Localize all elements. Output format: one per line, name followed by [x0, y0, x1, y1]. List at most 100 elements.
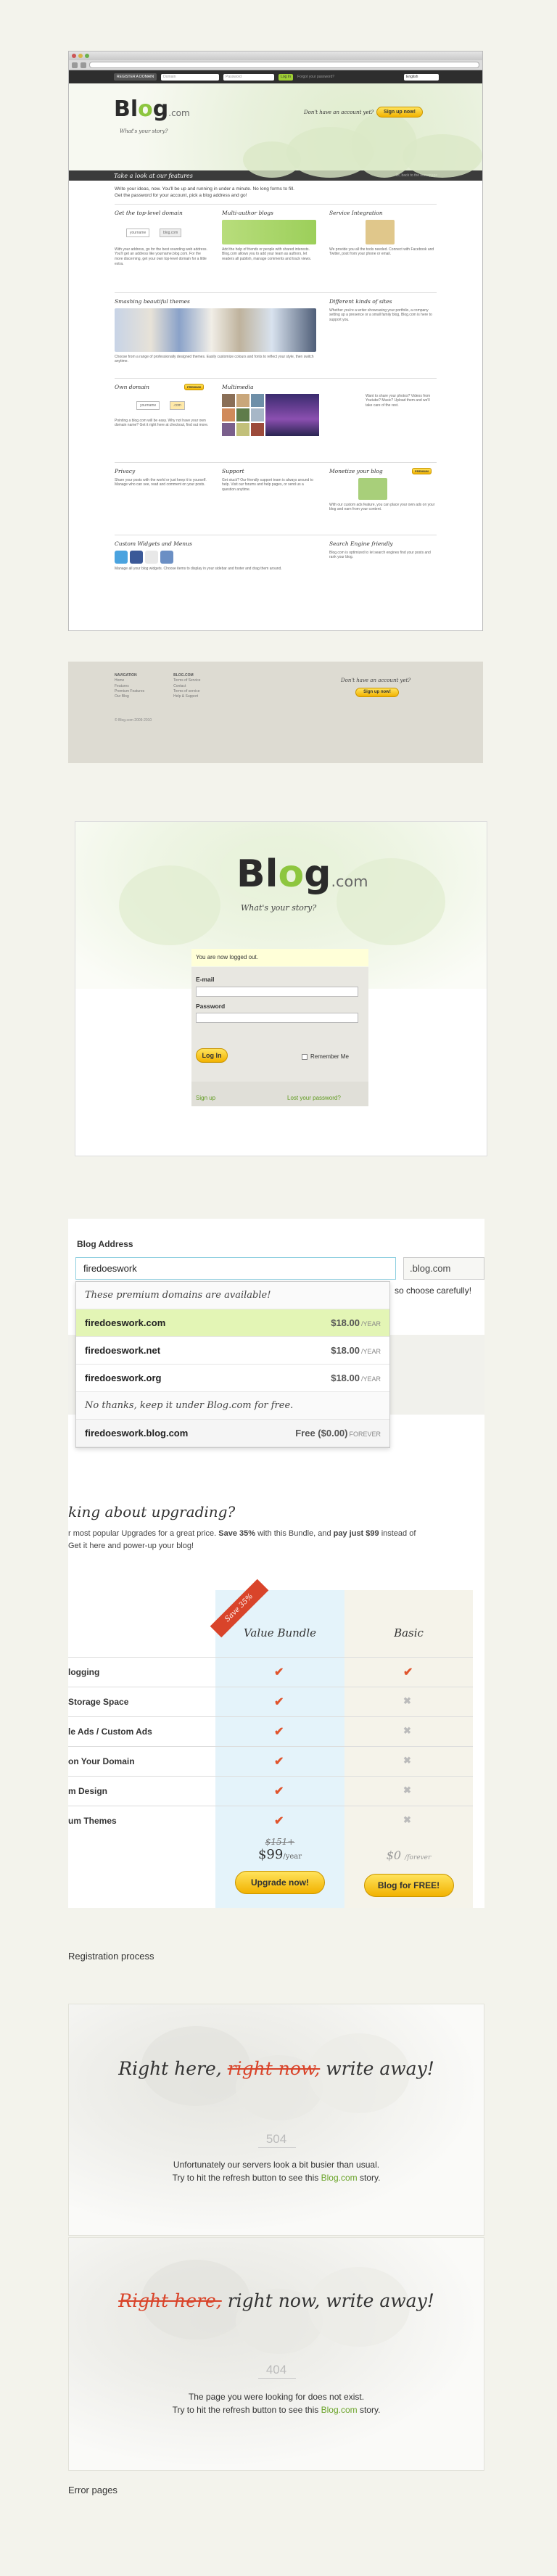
login-blog-logo[interactable]: Blog.com	[236, 852, 368, 896]
feature-widgets: Custom Widgets and Menus Manage all your…	[115, 540, 282, 571]
close-window-icon[interactable]	[72, 54, 76, 58]
error-504-title: Right here, right now, write away!	[118, 2058, 434, 2079]
blog-address-input[interactable]: firedoeswork	[75, 1257, 396, 1280]
integration-illustration	[366, 219, 395, 244]
footer-no-account: Don't have an account yet?	[341, 678, 411, 683]
password-label: Password	[196, 1002, 226, 1010]
no-thanks-option[interactable]: No thanks, keep it under Blog.com for fr…	[76, 1392, 389, 1420]
login-tagline: What's your story?	[241, 903, 317, 913]
window-titlebar	[69, 52, 482, 60]
features-page-screenshot: REGISTER A DOMAIN Domain Password Log In…	[68, 51, 483, 631]
forward-icon[interactable]	[81, 62, 86, 68]
site-topbar: REGISTER A DOMAIN Domain Password Log In…	[69, 70, 482, 83]
domain-input[interactable]: Domain	[161, 73, 220, 81]
footer-link[interactable]: Terms of service	[173, 689, 200, 694]
address-bar[interactable]	[89, 62, 479, 68]
footer-nav-column: NAVIGATION Home Features Premium Feature…	[115, 673, 145, 699]
bundle-check-icon: ✔	[274, 1666, 284, 1679]
domain-option[interactable]: firedoeswork.org $18.00/YEAR	[76, 1365, 389, 1392]
error-404-title: Right here, right now, write away!	[118, 2290, 434, 2311]
basic-heading: Basic	[394, 1626, 424, 1639]
feature-row: le Ads / Custom Ads ✔ ✖	[68, 1716, 473, 1746]
video-player[interactable]	[265, 393, 319, 436]
blog-suffix: .blog.com	[403, 1257, 484, 1280]
register-domain-button[interactable]: REGISTER A DOMAIN	[114, 73, 157, 81]
bundle-check-icon: ✔	[274, 1726, 284, 1738]
value-bundle-heading: Value Bundle	[243, 1626, 317, 1639]
feature-service-integration: Service Integration We provide you all t…	[329, 209, 434, 257]
copyright: © Blog.com 2009-2010	[115, 718, 152, 723]
upgrade-now-button[interactable]: Upgrade now!	[235, 1871, 325, 1894]
login-form: E-mail Password Log In Remember Me	[191, 967, 368, 1082]
premium-header: These premium domains are available!	[76, 1282, 389, 1309]
footer-link[interactable]: Features	[115, 684, 144, 689]
widget-icon	[145, 550, 158, 564]
feature-own-domain: Own domain PREMIUM yourname .com Pointin…	[115, 383, 209, 428]
domain-option[interactable]: firedoeswork.net $18.00/YEAR	[76, 1337, 389, 1365]
feature-name: m Design	[68, 1786, 108, 1796]
maximize-window-icon[interactable]	[85, 54, 89, 58]
blog-link[interactable]: Blog.com	[321, 2173, 358, 2183]
blog-link[interactable]: Blog.com	[321, 2405, 358, 2415]
footer-link[interactable]: Help & Support	[173, 694, 200, 699]
feature-name: logging	[68, 1667, 100, 1677]
signup-button[interactable]: Sign up now!	[376, 107, 423, 118]
footer-link[interactable]: Our Blog	[115, 694, 144, 699]
footer-link[interactable]: Contact	[173, 684, 200, 689]
remember-me-label: Remember Me	[310, 1053, 349, 1060]
widget-icon	[160, 550, 173, 564]
password-input[interactable]: Password	[223, 73, 275, 81]
bundle-price: $151+ $99/year Upgrade now!	[215, 1837, 344, 1894]
footer-signup-button[interactable]: Sign up now!	[355, 688, 399, 697]
feature-row: um Themes ✔ ✖	[68, 1806, 473, 1835]
login-page-screenshot: Blog.com What's your story? You are now …	[75, 821, 487, 1156]
upgrade-text: r most popular Upgrades for a great pric…	[68, 1529, 416, 1551]
free-domain-option[interactable]: firedoeswork.blog.com Free ($0.00) FOREVE…	[76, 1420, 389, 1447]
feature-seo: Search Engine friendly Blog.com is optim…	[329, 540, 431, 560]
basic-cross-icon: ✖	[403, 1755, 411, 1766]
signup-link[interactable]: Sign up	[196, 1095, 215, 1101]
bundle-check-icon: ✔	[274, 1696, 284, 1708]
remember-me-checkbox[interactable]	[302, 1054, 308, 1060]
back-icon[interactable]	[72, 62, 78, 68]
topbar-login-button[interactable]: Log In	[278, 73, 294, 81]
email-field[interactable]	[196, 986, 358, 997]
error-code-504: 504	[265, 2132, 287, 2146]
domain-example-field: yourname	[126, 228, 150, 238]
no-account-text: Don't have an account yet?	[304, 110, 374, 115]
error-404-message: The page you were looking for does not e…	[172, 2392, 381, 2415]
money-illustration	[358, 477, 387, 500]
feature-row: m Design ✔ ✖	[68, 1776, 473, 1806]
language-select[interactable]: English	[404, 73, 439, 81]
footer-link[interactable]: Terms of Service	[173, 678, 200, 683]
choose-hint: so choose carefully!	[395, 1285, 472, 1296]
blog-free-button[interactable]: Blog for FREE!	[363, 1874, 454, 1897]
features-title: Take a look at our features	[114, 172, 193, 179]
blog-logo[interactable]: Blog.com	[114, 96, 190, 122]
minimize-window-icon[interactable]	[78, 54, 83, 58]
registration-caption: Registration process	[68, 1951, 154, 1962]
feature-different-sites: Different kinds of sites Whether you're …	[329, 297, 432, 323]
multi-author-illustration	[222, 219, 316, 244]
domain-option[interactable]: firedoeswork.com $18.00/YEAR	[76, 1309, 389, 1337]
blogdomain-example: blog.com	[160, 228, 182, 238]
site-footer: NAVIGATION Home Features Premium Feature…	[68, 662, 483, 763]
forgot-password-link[interactable]: Forgot your password?	[297, 75, 334, 79]
bundle-check-icon: ✔	[274, 1756, 284, 1768]
basic-cross-icon: ✖	[403, 1814, 411, 1825]
footer-link[interactable]: Premium Features	[115, 689, 144, 694]
feature-multi-author: Multi-author blogs Add the help of frien…	[222, 210, 316, 278]
error-504-message: Unfortunately our servers look a bit bus…	[172, 2160, 381, 2183]
tagline: What's your story?	[120, 128, 168, 134]
basic-price: $0 /forever Blog for FREE!	[344, 1848, 473, 1897]
password-field[interactable]	[196, 1013, 358, 1023]
hero-band: Blog.com What's your story? Don't have a…	[69, 83, 482, 178]
footer-link[interactable]: Home	[115, 678, 144, 683]
multimedia-description: Want to share your photos? Videos from Y…	[366, 393, 431, 408]
lost-password-link[interactable]: Lost your password?	[287, 1095, 341, 1101]
login-links: Sign up Lost your password?	[191, 1082, 368, 1106]
login-button[interactable]: Log In	[196, 1048, 228, 1063]
basic-price-value: $0 /forever	[386, 1848, 432, 1862]
logout-message: You are now logged out.	[191, 949, 368, 966]
feature-name: le Ads / Custom Ads	[68, 1727, 152, 1737]
